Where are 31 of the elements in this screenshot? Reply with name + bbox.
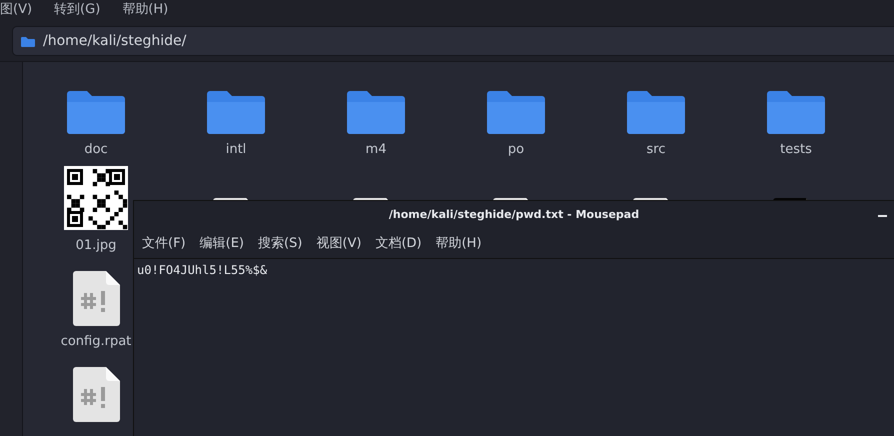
menu-item[interactable]: 文件(F) — [142, 234, 186, 254]
menu-item[interactable]: 搜索(S) — [258, 234, 302, 254]
folder-icon — [347, 88, 405, 134]
menu-item[interactable]: 视图(V) — [316, 234, 362, 254]
folder-icon — [767, 88, 825, 134]
file-name[interactable]: tests — [780, 140, 812, 160]
file-name[interactable]: m4 — [366, 140, 386, 160]
folder-icon — [487, 88, 545, 134]
menu-item[interactable]: 编辑(E) — [200, 234, 244, 254]
script-file-icon — [72, 367, 120, 422]
window-title: /home/kali/steghide/pwd.txt - Mousepad — [388, 206, 640, 223]
folder-icon — [207, 88, 265, 134]
menu-item[interactable]: 文档(D) — [375, 234, 422, 254]
menu-item[interactable]: 帮助(H) — [122, 0, 168, 20]
file-name[interactable]: src — [646, 140, 666, 160]
text-content: u0!FO4JUhl5!L55%$& — [137, 263, 268, 277]
folder-icon — [21, 36, 35, 46]
minimize-icon[interactable] — [878, 215, 887, 217]
folder-icon — [627, 88, 685, 134]
menu-item[interactable]: 帮助(H) — [436, 234, 482, 254]
location-field[interactable]: /home/kali/steghide/ — [12, 26, 894, 56]
file-name[interactable]: doc — [84, 140, 108, 160]
folder-icon — [67, 88, 125, 134]
script-file-icon — [72, 271, 120, 326]
file-name[interactable]: config.rpat — [60, 332, 132, 352]
file-name[interactable]: 01.jpg — [76, 236, 116, 256]
file-name[interactable]: po — [508, 140, 524, 160]
qr-code-image — [64, 166, 128, 230]
menu-item[interactable]: 图(V) — [0, 0, 32, 20]
menu-item[interactable]: 转到(G) — [54, 0, 100, 20]
file-name[interactable]: intl — [226, 140, 246, 160]
